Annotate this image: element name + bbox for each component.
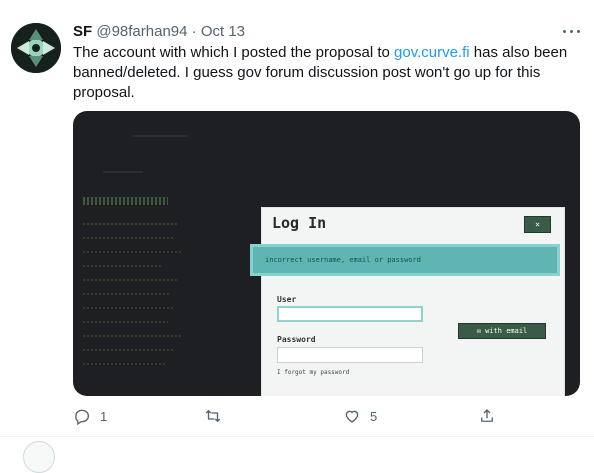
reply-count: 1: [100, 408, 108, 424]
user-handle[interactable]: @98farhan94: [96, 23, 187, 40]
like-button[interactable]: 5: [343, 407, 377, 425]
reply-icon: [75, 409, 90, 425]
display-name[interactable]: SF: [73, 23, 92, 40]
password-label: Password: [277, 335, 316, 344]
tweet-text: The account with which I posted the prop…: [73, 43, 573, 103]
dim-text-line: [83, 321, 168, 323]
dim-text-line: [83, 223, 178, 225]
tweet-link[interactable]: gov.curve.fi: [394, 44, 470, 61]
dim-text-line: [83, 335, 181, 337]
error-banner: incorrect username, email or password: [250, 244, 560, 276]
share-button[interactable]: [478, 407, 496, 425]
password-input: [277, 347, 423, 363]
divider: [0, 436, 594, 437]
tweet-text-before-link: The account with which I posted the prop…: [73, 44, 395, 61]
user-label: User: [277, 295, 297, 304]
dim-text-line: [83, 293, 171, 295]
dim-text-line: [83, 237, 173, 239]
login-with-email-button: ✉ with email: [458, 323, 546, 339]
dim-text-line: [83, 363, 165, 365]
separator: ·: [191, 23, 197, 40]
dim-text-line: [83, 265, 163, 267]
more-horizontal-icon[interactable]: [560, 24, 584, 40]
like-count: 5: [370, 408, 378, 424]
forgot-password-link: I forgot my password: [277, 369, 350, 376]
user-input: [277, 306, 423, 322]
attached-screenshot[interactable]: Log In × incorrect username, email or pa…: [73, 111, 580, 396]
dim-text-line: [103, 171, 143, 173]
share-icon: [481, 409, 493, 422]
tweet-date[interactable]: Oct 13: [201, 23, 245, 40]
dim-text-line: [83, 307, 175, 309]
dim-text-line: [83, 251, 183, 253]
next-tweet-avatar[interactable]: [23, 441, 55, 473]
login-title: Log In: [272, 214, 327, 232]
reply-button[interactable]: 1: [73, 407, 107, 425]
dim-text-line: [83, 349, 173, 351]
dim-text-line: [83, 279, 178, 281]
dim-text-line: [133, 135, 188, 137]
tweet-actions: 1 5: [0, 401, 594, 431]
error-message: incorrect username, email or password: [265, 256, 421, 264]
tweet: SF @98farhan94 · Oct 13 The account with…: [0, 0, 594, 473]
dim-text-line: [83, 197, 168, 205]
avatar[interactable]: [11, 23, 61, 73]
heart-icon: [345, 410, 359, 423]
tweet-header: SF @98farhan94 · Oct 13: [73, 23, 245, 41]
retweet-icon: [205, 410, 221, 422]
close-button: ×: [524, 216, 551, 233]
retweet-button[interactable]: [204, 407, 231, 425]
login-card: Log In × incorrect username, email or pa…: [250, 207, 565, 396]
